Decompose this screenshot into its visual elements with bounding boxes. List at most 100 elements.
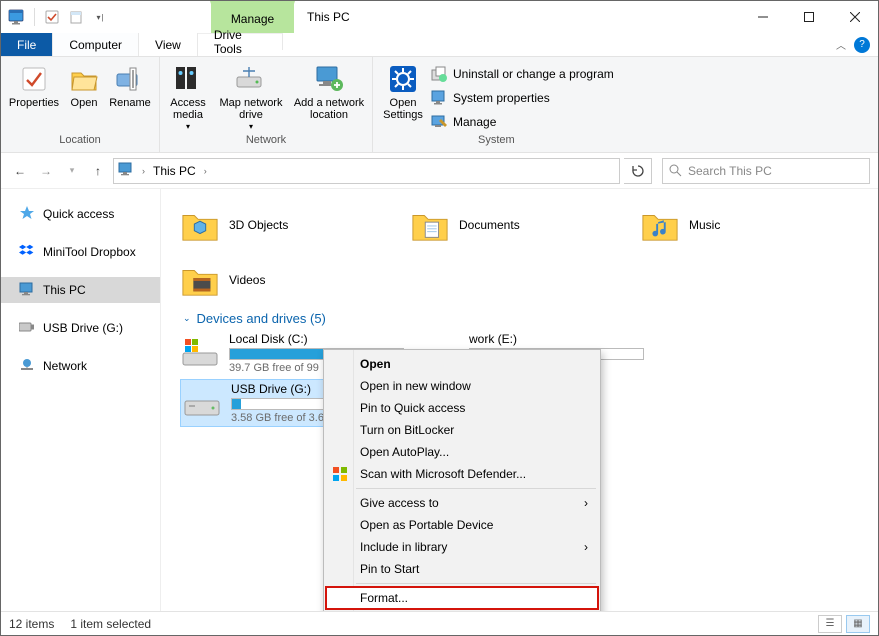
menu-open-portable[interactable]: Open as Portable Device (326, 514, 598, 536)
qat-properties-icon[interactable] (42, 7, 62, 27)
menu-autoplay[interactable]: Open AutoPlay... (326, 441, 598, 463)
drive-name: Local Disk (C:) (229, 332, 421, 346)
ribbon-tabstrip: File Computer View Drive Tools ︿ ? (1, 33, 878, 57)
help-icon[interactable]: ? (854, 37, 870, 53)
tab-computer[interactable]: Computer (53, 33, 139, 56)
folder-icon (641, 206, 679, 244)
nav-pane: Quick access MiniTool Dropbox This PC US… (1, 189, 161, 611)
group-label-system: System (478, 134, 515, 150)
nav-forward-button[interactable]: → (35, 164, 57, 178)
menu-defender[interactable]: Scan with Microsoft Defender... (326, 463, 598, 485)
app-icon (7, 7, 27, 27)
view-details-button[interactable]: ☰ (818, 615, 842, 633)
ribbon-group-system: Open Settings Uninstall or change a prog… (373, 57, 620, 152)
map-network-drive-button[interactable]: Map network drive▾ (212, 59, 290, 133)
media-server-icon (172, 63, 204, 95)
folder-music[interactable]: Music (641, 197, 871, 252)
maximize-button[interactable] (786, 1, 832, 33)
view-tiles-button[interactable]: ▦ (846, 615, 870, 633)
drive-name: work (E:) (469, 332, 661, 346)
menu-give-access-to[interactable]: Give access to› (326, 492, 598, 514)
folder-icon (411, 206, 449, 244)
explorer-window: ▾| Manage This PC File Computer View Dri… (0, 0, 879, 636)
properties-button[interactable]: Properties (5, 59, 63, 121)
menu-open[interactable]: Open (326, 353, 598, 375)
manage-button[interactable]: Manage (431, 111, 614, 133)
submenu-arrow-icon: › (584, 540, 588, 554)
tab-file[interactable]: File (1, 33, 53, 56)
status-item-count: 12 items (9, 617, 54, 631)
menu-include-library[interactable]: Include in library› (326, 536, 598, 558)
refresh-button[interactable] (624, 158, 652, 184)
collapse-ribbon-icon[interactable]: ︿ (836, 37, 846, 52)
ribbon: Properties Open Rename Location Access m… (1, 57, 878, 153)
system-properties-icon (431, 90, 447, 106)
open-button[interactable]: Open (63, 59, 105, 121)
address-box[interactable]: › This PC › (113, 158, 620, 184)
ribbon-group-location: Properties Open Rename Location (1, 57, 160, 152)
rename-icon (114, 63, 146, 95)
usb-drive-icon (19, 321, 35, 336)
menu-pin-quick-access[interactable]: Pin to Quick access (326, 397, 598, 419)
chevron-right-icon[interactable]: › (138, 166, 149, 176)
sidebar-dropbox[interactable]: MiniTool Dropbox (1, 239, 160, 265)
drive-icon (181, 337, 219, 369)
menu-eject[interactable]: Eject (326, 609, 598, 611)
manage-label: Manage (231, 12, 274, 26)
nav-history-dropdown[interactable]: ▾ (61, 165, 83, 176)
search-input[interactable]: Search This PC (662, 158, 870, 184)
add-network-icon (313, 63, 345, 95)
close-button[interactable] (832, 1, 878, 33)
qat-new-icon[interactable] (66, 7, 86, 27)
window-title: This PC (295, 1, 350, 33)
dropbox-icon (19, 243, 35, 262)
folder-3d-objects[interactable]: 3D Objects (181, 197, 411, 252)
search-placeholder: Search This PC (688, 164, 772, 178)
section-devices-drives[interactable]: ⌄ Devices and drives (5) (183, 311, 878, 326)
folder-documents[interactable]: Documents (411, 197, 641, 252)
this-pc-icon (19, 282, 35, 299)
sidebar-usb-drive[interactable]: USB Drive (G:) (1, 315, 160, 341)
status-selection-count: 1 item selected (70, 617, 151, 631)
breadcrumb-this-pc[interactable]: This PC (153, 164, 196, 178)
tab-drive-tools[interactable]: Drive Tools (198, 33, 283, 50)
network-drive-icon (235, 63, 267, 95)
uninstall-icon (431, 66, 447, 82)
minimize-button[interactable] (740, 1, 786, 33)
access-media-button[interactable]: Access media▾ (164, 59, 212, 133)
quick-access-icon (19, 205, 35, 224)
sidebar-network[interactable]: Network (1, 353, 160, 379)
sidebar-this-pc[interactable]: This PC (1, 277, 160, 303)
qat-dropdown-icon[interactable]: ▾| (90, 7, 110, 27)
open-folder-icon (68, 63, 100, 95)
menu-bitlocker[interactable]: Turn on BitLocker (326, 419, 598, 441)
this-pc-icon (118, 162, 134, 179)
uninstall-program-button[interactable]: Uninstall or change a program (431, 63, 614, 85)
search-icon (669, 164, 682, 177)
nav-back-button[interactable]: ← (9, 164, 31, 178)
menu-pin-start[interactable]: Pin to Start (326, 558, 598, 580)
chevron-right-icon[interactable]: › (200, 166, 211, 176)
folder-videos[interactable]: Videos (181, 252, 411, 307)
open-settings-button[interactable]: Open Settings (377, 59, 429, 121)
group-label-location: Location (59, 134, 101, 150)
add-network-location-button[interactable]: Add a network location (290, 59, 368, 121)
context-menu: Open Open in new window Pin to Quick acc… (323, 349, 601, 611)
folder-icon (181, 206, 219, 244)
properties-icon (18, 63, 50, 95)
titlebar: ▾| Manage This PC (1, 1, 878, 33)
status-bar: 12 items 1 item selected ☰ ▦ (1, 611, 878, 635)
settings-gear-icon (387, 63, 419, 95)
nav-up-button[interactable]: ↑ (87, 164, 109, 178)
menu-open-new-window[interactable]: Open in new window (326, 375, 598, 397)
chevron-down-icon: ⌄ (183, 313, 191, 324)
rename-button[interactable]: Rename (105, 59, 155, 121)
folder-icon (181, 261, 219, 299)
tab-view[interactable]: View (139, 33, 198, 56)
menu-format[interactable]: Format... (326, 587, 598, 609)
sidebar-quick-access[interactable]: Quick access (1, 201, 160, 227)
system-properties-button[interactable]: System properties (431, 87, 614, 109)
manage-icon (431, 114, 447, 130)
network-icon (19, 358, 35, 375)
defender-icon (331, 465, 349, 483)
